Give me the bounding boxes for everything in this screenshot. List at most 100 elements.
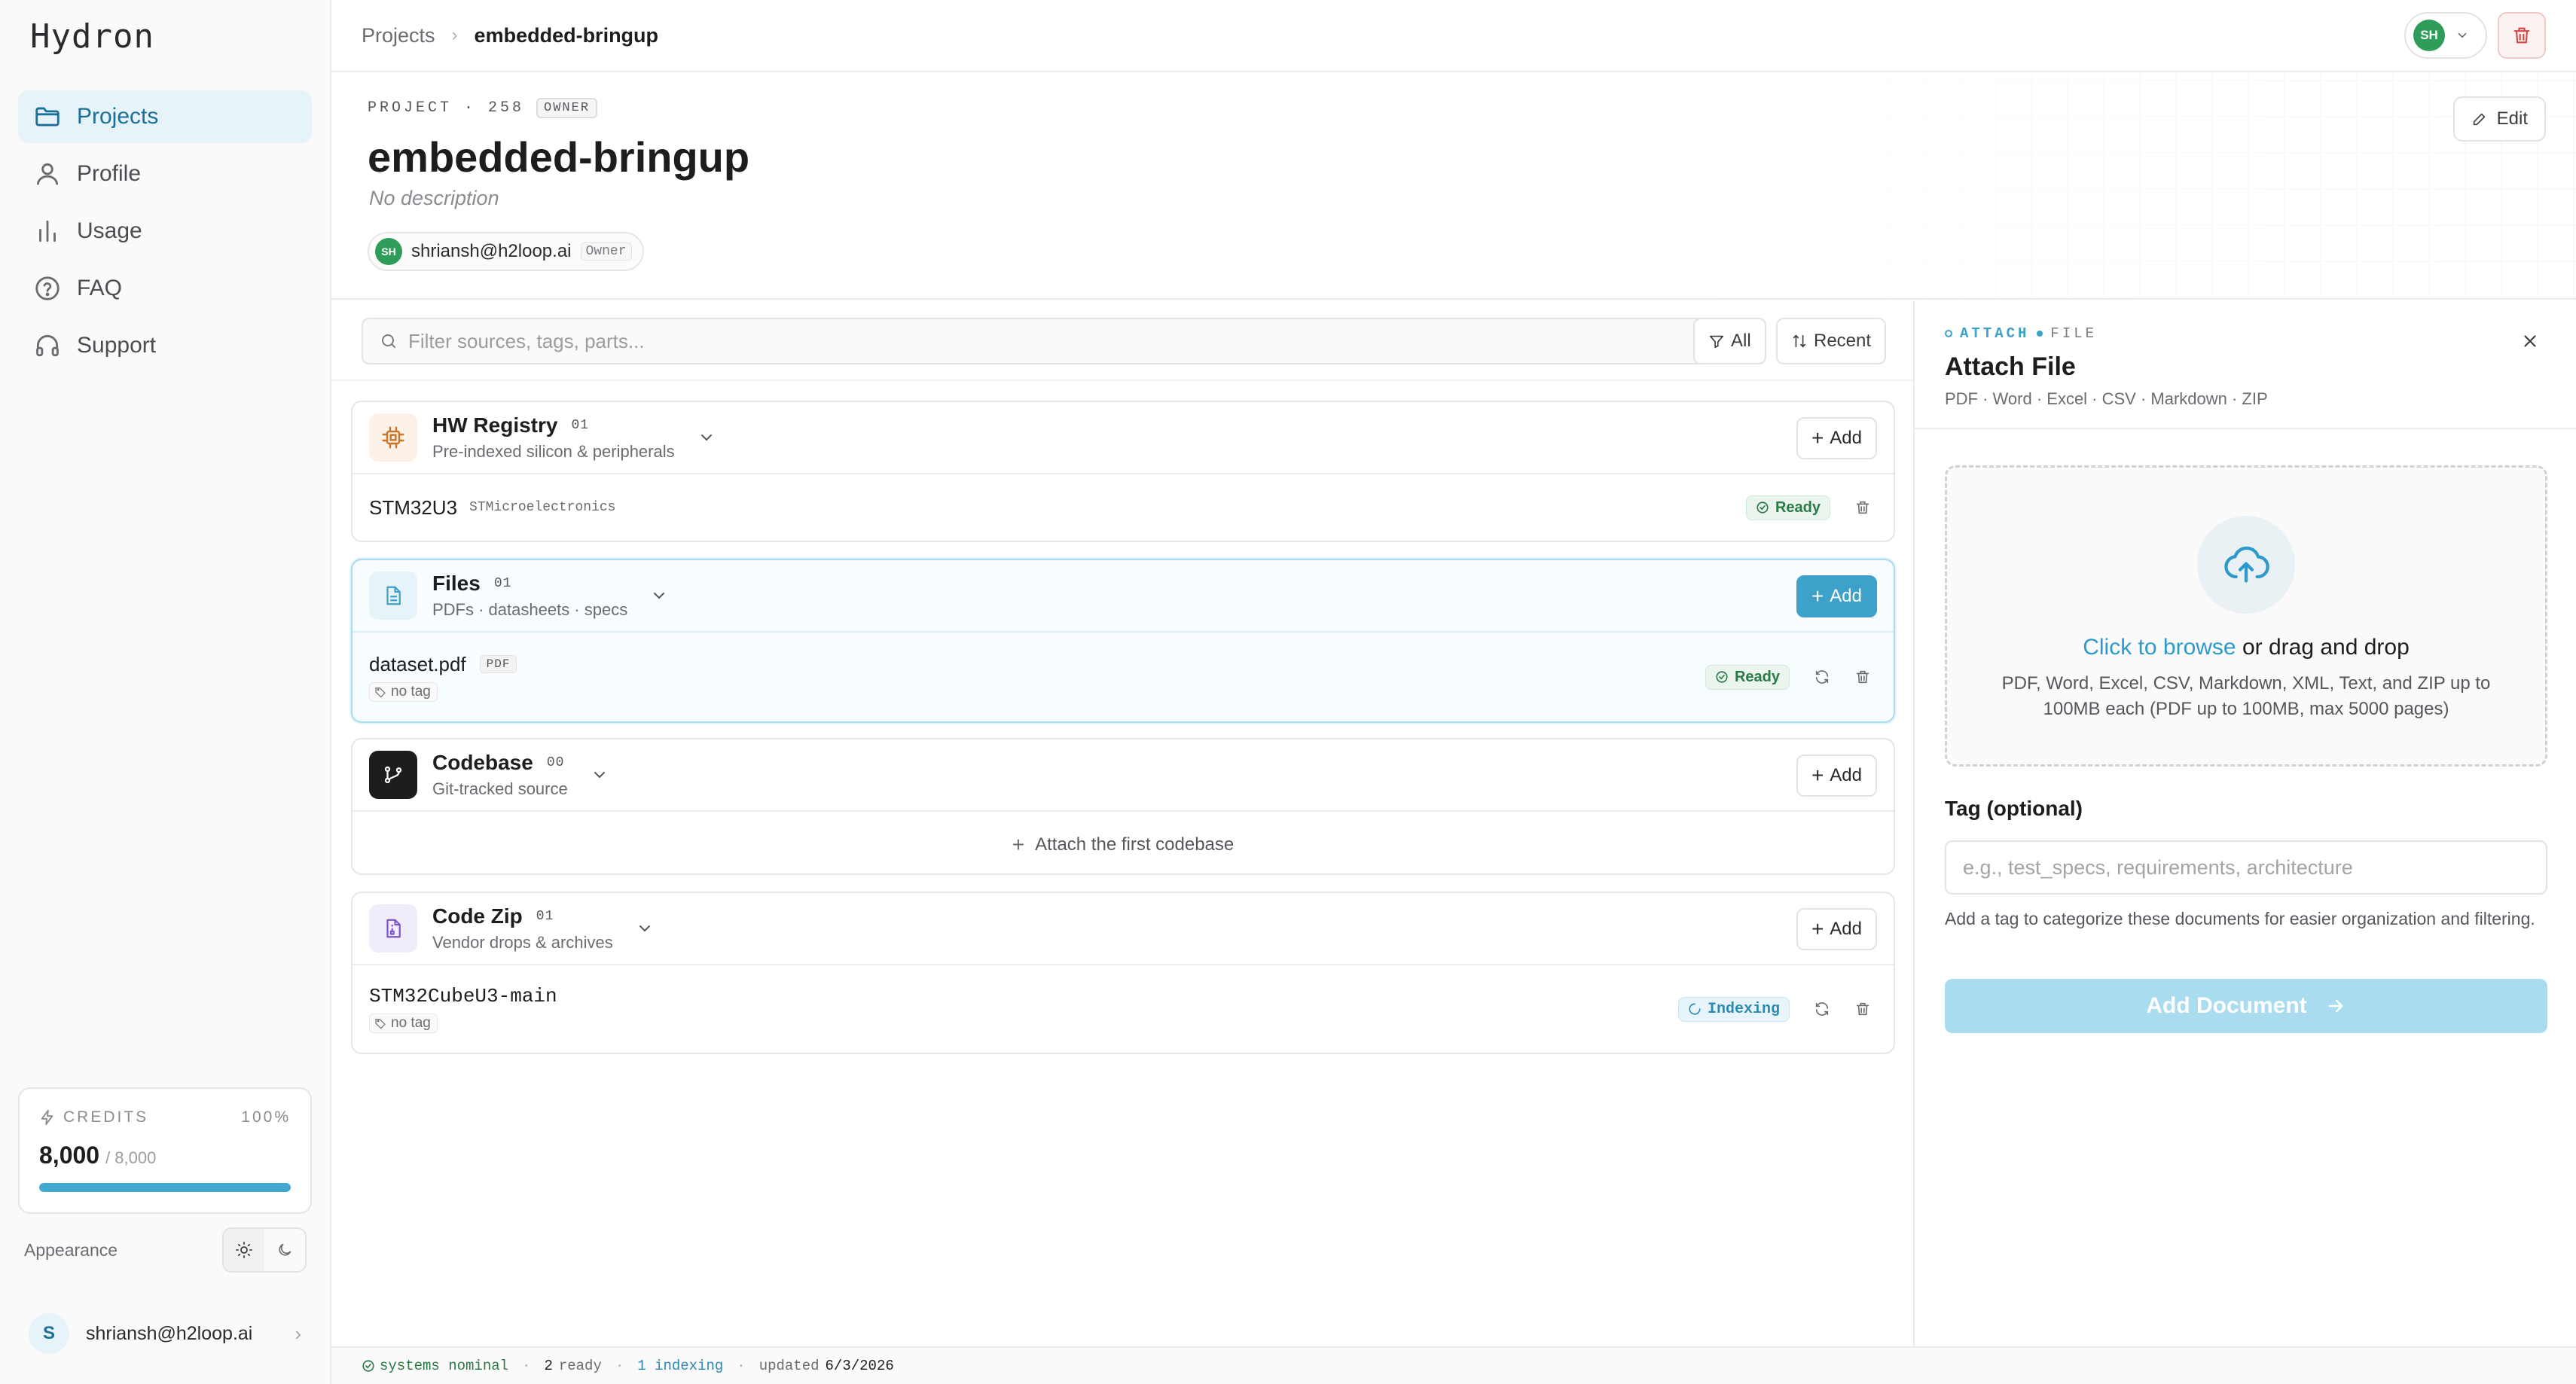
- upload-cloud-icon: [2224, 546, 2269, 583]
- credits-total: / 8,000: [105, 1148, 157, 1167]
- chevron-down-icon[interactable]: [650, 587, 668, 605]
- section-files: Files 01 PDFs · datasheets · specs + Add d…: [351, 559, 1895, 723]
- loader-icon: [1689, 1003, 1701, 1015]
- item-name: STM32U3: [369, 495, 458, 519]
- app-logo[interactable]: Hydron: [30, 18, 154, 56]
- refresh-icon[interactable]: [1814, 1001, 1830, 1017]
- tag-input[interactable]: [1945, 840, 2547, 895]
- section-codebase: Codebase 00 Git-tracked source + Add + Att…: [351, 738, 1895, 875]
- chevron-down-icon[interactable]: [636, 919, 654, 937]
- chevron-down-icon[interactable]: [591, 766, 609, 784]
- refresh-icon[interactable]: [1814, 669, 1830, 685]
- account-email: shriansh@h2loop.ai: [86, 1322, 253, 1344]
- add-document-button[interactable]: Add Document: [1945, 979, 2547, 1033]
- member-chip[interactable]: SH shriansh@h2loop.ai Owner: [368, 232, 644, 271]
- section-title: HW Registry: [432, 413, 558, 437]
- browse-link[interactable]: Click to browse: [2083, 635, 2236, 660]
- user-menu-button[interactable]: SH: [2404, 12, 2487, 59]
- account-menu[interactable]: S shriansh@h2loop.ai ›: [18, 1309, 312, 1358]
- tag-icon: [375, 687, 386, 697]
- add-codebase-button[interactable]: + Add: [1796, 754, 1877, 797]
- attach-file-panel: ATTACH FILE Attach File PDF · Word · Exc…: [1913, 301, 2576, 1346]
- item-name: STM32CubeU3-main: [369, 985, 557, 1008]
- plus-icon: +: [1811, 584, 1824, 608]
- close-icon[interactable]: [2520, 331, 2540, 351]
- sidebar-item-label: Usage: [77, 218, 142, 243]
- status-bar: systems nominal · 2 ready · 1 indexing ·…: [331, 1346, 2576, 1384]
- tag-help-text: Add a tag to categorize these documents …: [1945, 909, 2535, 928]
- moon-icon: [279, 1243, 291, 1256]
- trash-icon[interactable]: [1854, 1001, 1871, 1017]
- help-circle-icon: [35, 276, 60, 300]
- add-label: Add: [1830, 428, 1862, 448]
- check-circle-icon: [1757, 501, 1769, 514]
- avatar: SH: [2413, 20, 2445, 51]
- arrow-right-icon: [2328, 999, 2343, 1013]
- list-item[interactable]: STM32U3 STMicroelectronics Ready: [353, 474, 1894, 541]
- sidebar-item-support[interactable]: Support: [18, 319, 312, 372]
- indexing-count: 1 indexing: [637, 1358, 724, 1374]
- add-file-button[interactable]: + Add: [1796, 575, 1877, 617]
- chevron-right-icon: ›: [295, 1322, 301, 1345]
- breadcrumb-projects[interactable]: Projects: [362, 24, 435, 47]
- sidebar-item-label: Support: [77, 333, 157, 358]
- file-archive-icon: [386, 919, 401, 938]
- tag-label: no tag: [391, 1015, 431, 1031]
- edit-label: Edit: [2496, 108, 2528, 129]
- credits-progress: [39, 1183, 291, 1192]
- check-circle-icon: [362, 1360, 374, 1372]
- plus-icon: +: [1811, 764, 1824, 787]
- tag-chip[interactable]: no tag: [369, 1014, 438, 1033]
- sort-recent-button[interactable]: Recent: [1776, 318, 1887, 364]
- list-item[interactable]: dataset.pdf PDF no tag Ready: [353, 633, 1894, 721]
- panel-subtitle: PDF · Word · Excel · CSV · Markdown · ZI…: [1945, 389, 2268, 408]
- dark-mode-button[interactable]: [264, 1229, 305, 1271]
- section-title: Codebase: [432, 751, 533, 774]
- sort-icon: [1793, 334, 1806, 348]
- trash-icon[interactable]: [1854, 669, 1871, 685]
- trash-icon: [2513, 27, 2530, 44]
- panel-title: Attach File: [1945, 352, 2076, 381]
- role-badge: OWNER: [536, 98, 598, 118]
- filter-all-button[interactable]: All: [1693, 318, 1766, 364]
- project-meta: PROJECT · 258: [368, 99, 525, 117]
- section-code-zip: Code Zip 01 Vendor drops & archives + Add …: [351, 892, 1895, 1054]
- add-code-zip-button[interactable]: + Add: [1796, 908, 1877, 950]
- check-circle-icon: [1716, 671, 1728, 683]
- appearance-label: Appearance: [24, 1239, 118, 1260]
- chip-icon: [382, 426, 404, 449]
- edit-project-button[interactable]: Edit: [2452, 96, 2546, 142]
- attach-codebase-link[interactable]: + Attach the first codebase: [353, 812, 1894, 873]
- credits-card: CREDITS 100% 8,000 / 8,000: [18, 1087, 312, 1214]
- add-document-label: Add Document: [2146, 993, 2307, 1018]
- topbar: Projects › embedded-bringup SH: [331, 0, 2576, 72]
- file-dropzone[interactable]: Click to browse or drag and drop PDF, Wo…: [1945, 465, 2547, 767]
- filter-bar: All Recent: [331, 301, 1913, 381]
- add-hw-button[interactable]: + Add: [1796, 417, 1877, 459]
- section-hw-registry: HW Registry 01 Pre-indexed silicon & peri…: [351, 401, 1895, 542]
- delete-project-button[interactable]: [2498, 12, 2546, 59]
- section-subtitle: Git-tracked source: [432, 779, 568, 798]
- light-mode-button[interactable]: [224, 1229, 264, 1271]
- search-input[interactable]: [408, 329, 1613, 353]
- sidebar-item-projects[interactable]: Projects: [18, 90, 312, 143]
- sidebar-item-profile[interactable]: Profile: [18, 148, 312, 200]
- sidebar-item-faq[interactable]: FAQ: [18, 262, 312, 315]
- user-icon: [36, 163, 59, 185]
- plus-icon: +: [1012, 833, 1025, 856]
- tag-chip[interactable]: no tag: [369, 681, 438, 702]
- lightning-icon: [41, 1109, 53, 1126]
- panel-kicker: ATTACH: [1960, 325, 2030, 342]
- sidebar-item-label: FAQ: [77, 276, 123, 300]
- trash-icon[interactable]: [1854, 499, 1871, 516]
- panel-kicker-type: FILE: [2050, 325, 2098, 342]
- add-label: Add: [1830, 919, 1862, 939]
- sidebar-item-usage[interactable]: Usage: [18, 205, 312, 258]
- status-label: Indexing: [1707, 1000, 1780, 1018]
- list-item[interactable]: STM32CubeU3-main no tag Indexing: [353, 965, 1894, 1053]
- tag-field-label: Tag (optional): [1945, 797, 2083, 820]
- ready-count: 2: [544, 1358, 553, 1374]
- chevron-down-icon[interactable]: [697, 428, 716, 447]
- system-status: systems nominal: [380, 1358, 509, 1374]
- section-count: 01: [536, 909, 554, 924]
